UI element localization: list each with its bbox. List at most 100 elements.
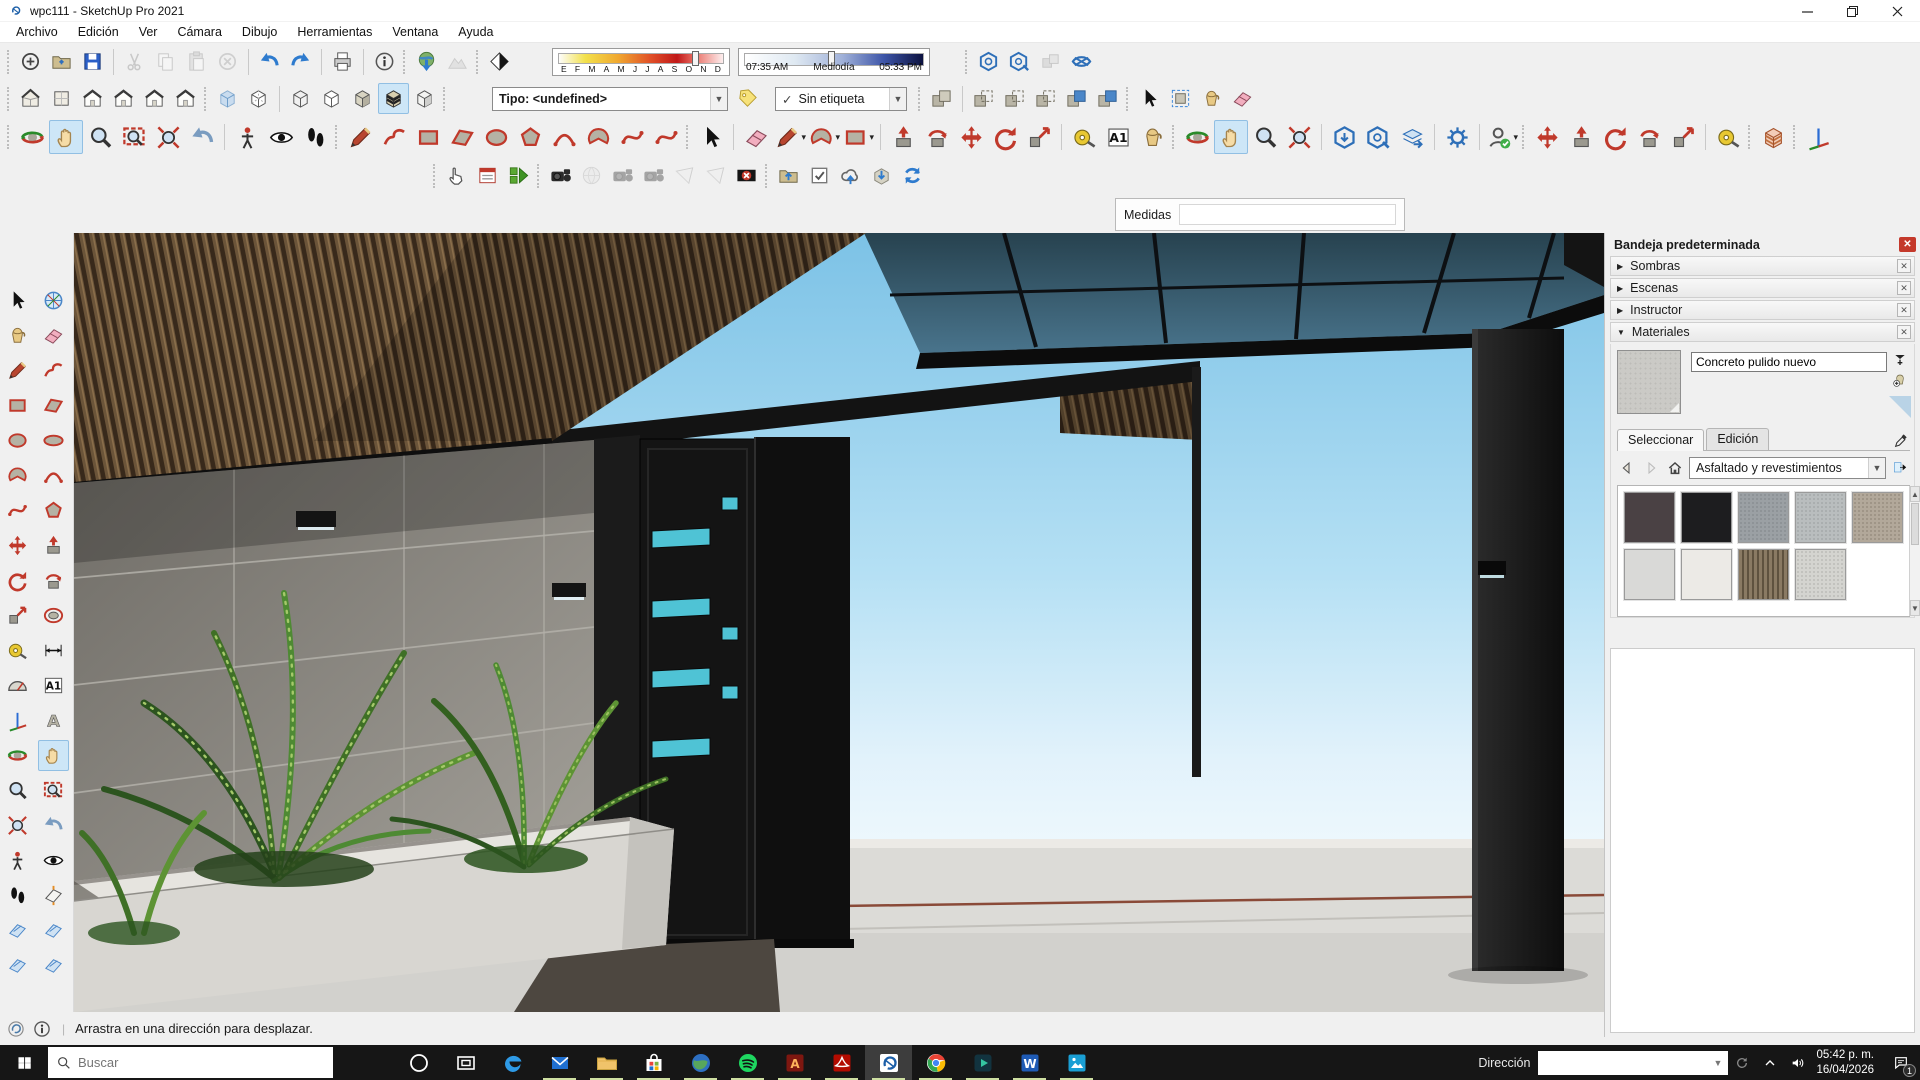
material-swatch-1[interactable]: [1624, 492, 1675, 543]
maximize-button[interactable]: [1830, 0, 1875, 22]
eraser-tool-icon[interactable]: [1227, 83, 1258, 114]
taskview-app-icon[interactable]: [442, 1045, 489, 1080]
material-swatch-9[interactable]: [1795, 549, 1846, 600]
material-swatch-4[interactable]: [1795, 492, 1846, 543]
shaded-style-icon[interactable]: [347, 83, 378, 114]
scale-tool-icon[interactable]: [1022, 120, 1056, 154]
material-preview[interactable]: [1617, 350, 1681, 414]
walk-tool-icon[interactable]: [298, 120, 332, 154]
axes-tool-icon[interactable]: [1801, 120, 1835, 154]
minimize-button[interactable]: [1785, 0, 1830, 22]
make-component-icon[interactable]: [38, 285, 69, 316]
menu-herramientas[interactable]: Herramientas: [287, 22, 382, 42]
text3d-tool-icon[interactable]: [38, 705, 69, 736]
toolbar-grip[interactable]: [918, 87, 921, 111]
select-tool-icon[interactable]: [2, 285, 33, 316]
menu-dibujo[interactable]: Dibujo: [232, 22, 287, 42]
move2-icon[interactable]: [1530, 120, 1564, 154]
paint-tool-icon[interactable]: [1135, 120, 1169, 154]
view-iso-icon[interactable]: [15, 83, 46, 114]
warehouse-share-icon[interactable]: [1361, 120, 1395, 154]
eraser-icon[interactable]: [739, 120, 773, 154]
section-plane-icon[interactable]: [38, 880, 69, 911]
scroll-down-icon[interactable]: ▼: [1910, 600, 1920, 616]
orbit-tool2-icon[interactable]: [1180, 120, 1214, 154]
start-button[interactable]: [0, 1045, 48, 1080]
text-tool-icon[interactable]: [1101, 120, 1135, 154]
redo-icon[interactable]: [285, 46, 316, 77]
line-tool-icon[interactable]: [2, 355, 33, 386]
tray-section-instructor[interactable]: ▶ Instructor ✕: [1610, 300, 1915, 320]
tape-measure-icon[interactable]: [1067, 120, 1101, 154]
xray-mode-icon[interactable]: [212, 83, 243, 114]
solid-split-icon[interactable]: [1092, 83, 1123, 114]
section-cuts-icon[interactable]: [2, 950, 33, 981]
menu-camara[interactable]: Cámara: [167, 22, 231, 42]
pushpull-tool-icon[interactable]: [886, 120, 920, 154]
search-input[interactable]: [78, 1055, 298, 1070]
circle-tool-icon[interactable]: [2, 425, 33, 456]
toolbar-grip[interactable]: [7, 87, 10, 111]
model-info-icon[interactable]: [369, 46, 400, 77]
tape-measure-icon[interactable]: [2, 635, 33, 666]
paint-bucket-icon[interactable]: [2, 320, 33, 351]
combo-arrow-icon[interactable]: ▼: [1868, 458, 1885, 478]
solid-subtract-icon[interactable]: [1030, 83, 1061, 114]
print-icon[interactable]: [327, 46, 358, 77]
credits-info-icon[interactable]: [32, 1019, 52, 1039]
line-tool-icon[interactable]: [343, 120, 377, 154]
edge-app-icon[interactable]: [489, 1045, 536, 1080]
warehouse-download-icon[interactable]: [1327, 120, 1361, 154]
rotate2-icon[interactable]: [1598, 120, 1632, 154]
tray-section-escenas[interactable]: ▶ Escenas ✕: [1610, 278, 1915, 298]
section-display-icon[interactable]: [2, 915, 33, 946]
section-close-icon[interactable]: ✕: [1897, 303, 1911, 317]
orbit-tool-icon[interactable]: [15, 120, 49, 154]
video-editor-app-icon[interactable]: [959, 1045, 1006, 1080]
add-location-icon[interactable]: [411, 46, 442, 77]
two-point-arc-icon[interactable]: [615, 120, 649, 154]
toolbar-grip[interactable]: [7, 50, 10, 74]
toolbar-grip[interactable]: [335, 125, 338, 149]
menu-ayuda[interactable]: Ayuda: [448, 22, 503, 42]
section-close-icon[interactable]: ✕: [1897, 281, 1911, 295]
look-around-icon[interactable]: [264, 120, 298, 154]
previous-view-icon[interactable]: [38, 810, 69, 841]
material-swatch-3[interactable]: [1738, 492, 1789, 543]
sketchup-app-icon[interactable]: [865, 1045, 912, 1080]
cortana-app-icon[interactable]: [395, 1045, 442, 1080]
toolbar-grip[interactable]: [1126, 87, 1129, 111]
view-front-icon[interactable]: [77, 83, 108, 114]
measurements-field[interactable]: [1179, 204, 1396, 225]
tab-edicion[interactable]: Edición: [1706, 428, 1769, 450]
save-icon[interactable]: [77, 46, 108, 77]
tag-combo[interactable]: ✓ Sin etiqueta ▼: [775, 87, 907, 111]
rotated-rectangle-tool-icon[interactable]: [445, 120, 479, 154]
pushpull2-icon[interactable]: [1564, 120, 1598, 154]
validate-checkbox-icon[interactable]: [804, 160, 835, 191]
speaker-icon[interactable]: [1784, 1045, 1812, 1080]
get-models-icon[interactable]: [973, 46, 1004, 77]
extension-warehouse-icon[interactable]: [1066, 46, 1097, 77]
cloud-upload-icon[interactable]: [835, 160, 866, 191]
eyedropper-icon[interactable]: [1892, 432, 1910, 450]
close-button[interactable]: [1875, 0, 1920, 22]
materials-scrollbar[interactable]: ▲ ▼: [1909, 486, 1920, 616]
shadow-time-slider[interactable]: 07:35 AM Mediodía 05:33 PM: [738, 48, 930, 76]
hidden-line-style-icon[interactable]: [316, 83, 347, 114]
classification-type-combo[interactable]: Tipo: <undefined> ▼: [492, 87, 728, 111]
acrobat-app-icon[interactable]: [818, 1045, 865, 1080]
rotated-rectangle-icon[interactable]: [38, 390, 69, 421]
zoom-tool-icon[interactable]: [2, 775, 33, 806]
previous-view-icon[interactable]: [185, 120, 219, 154]
arc-dropdown-icon[interactable]: ▾: [807, 120, 841, 154]
geolocation-status-icon[interactable]: [6, 1019, 26, 1039]
toolbar-grip[interactable]: [433, 164, 436, 188]
toolbar-grip[interactable]: [7, 125, 10, 149]
edit-component-icon[interactable]: [1165, 83, 1196, 114]
scale-tool-icon[interactable]: [2, 600, 33, 631]
freehand-tool-icon[interactable]: [377, 120, 411, 154]
open-file-icon[interactable]: [46, 46, 77, 77]
record-stop-icon[interactable]: [731, 160, 762, 191]
menu-ventana[interactable]: Ventana: [382, 22, 448, 42]
